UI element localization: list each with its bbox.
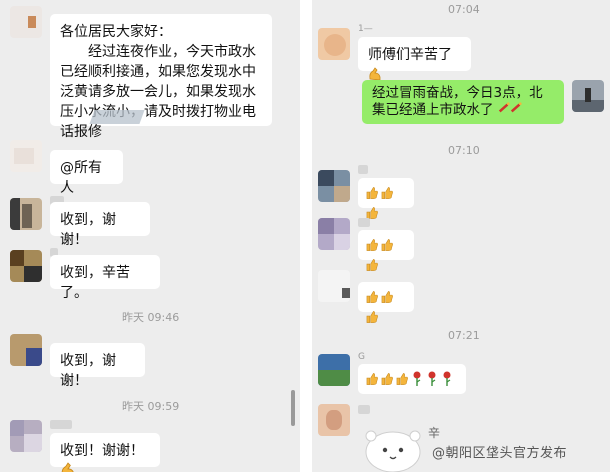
scrollbar[interactable] bbox=[291, 390, 295, 426]
avatar[interactable] bbox=[10, 334, 42, 366]
thumbs-up-icon bbox=[381, 239, 393, 251]
avatar[interactable] bbox=[318, 170, 350, 202]
avatar[interactable] bbox=[318, 28, 350, 60]
mascot-label: 辛 bbox=[428, 426, 441, 440]
thumbs-up-icon bbox=[366, 311, 378, 323]
thumbs-up-icon bbox=[366, 373, 378, 385]
timestamp: 07:10 bbox=[448, 144, 480, 157]
avatar[interactable] bbox=[10, 420, 42, 452]
watermark-text: @朝阳区垡头官方发布 bbox=[432, 446, 568, 461]
message-bubble: 师傅们辛苦了 bbox=[358, 37, 471, 81]
message-bubble bbox=[358, 282, 414, 323]
strong-arm-icon bbox=[369, 67, 381, 81]
sender-name bbox=[358, 405, 370, 414]
message-bubble bbox=[358, 230, 414, 271]
message-bubble: 收到，谢谢！ bbox=[50, 343, 145, 389]
message-bubble: 各位居民大家好： 经过连夜作业，今天市政水已经顺利接通，如果您发现水中泛黄请多放… bbox=[50, 14, 272, 140]
firecracker-icon bbox=[498, 102, 510, 113]
thumbs-up-icon bbox=[381, 291, 393, 303]
avatar[interactable] bbox=[318, 404, 350, 436]
redaction-mark bbox=[89, 110, 145, 124]
message-text: 师傅们辛苦了 bbox=[368, 47, 452, 63]
avatar[interactable] bbox=[10, 140, 42, 172]
message-bubble: @所有人 bbox=[50, 150, 123, 196]
sender-name: G bbox=[358, 352, 365, 362]
firecracker-icon bbox=[510, 102, 522, 113]
thumbs-up-icon bbox=[366, 239, 378, 251]
timestamp: 昨天 09:46 bbox=[122, 311, 180, 324]
right-chat-panel: 07:04 1— 师傅们辛苦了 经过冒雨奋战，今日3点，北集已经通上市政水了 0… bbox=[312, 0, 610, 472]
message-bubble bbox=[358, 364, 466, 394]
rose-icon bbox=[443, 371, 451, 386]
mascot-sticker-icon bbox=[365, 430, 421, 472]
thumbs-up-icon bbox=[366, 187, 378, 199]
thumbs-up-icon bbox=[381, 187, 393, 199]
avatar[interactable] bbox=[10, 6, 42, 38]
timestamp: 昨天 09:59 bbox=[122, 400, 180, 413]
sender-name bbox=[358, 165, 368, 174]
rose-icon bbox=[413, 371, 421, 386]
rose-icon bbox=[428, 371, 436, 386]
message-bubble: 收到，谢谢！ bbox=[50, 202, 150, 248]
avatar[interactable] bbox=[318, 270, 350, 302]
message-bubble bbox=[358, 178, 414, 219]
sender-name bbox=[50, 420, 72, 429]
thumbs-up-icon bbox=[381, 373, 393, 385]
strong-arm-icon bbox=[61, 462, 74, 472]
own-avatar[interactable] bbox=[572, 80, 604, 112]
avatar[interactable] bbox=[318, 354, 350, 386]
avatar[interactable] bbox=[318, 218, 350, 250]
sender-name bbox=[358, 218, 370, 227]
timestamp: 07:21 bbox=[448, 329, 480, 342]
message-text: 收到！谢谢！ bbox=[60, 443, 144, 459]
own-message-bubble: 经过冒雨奋战，今日3点，北集已经通上市政水了 bbox=[362, 80, 564, 124]
thumbs-up-icon bbox=[366, 259, 378, 271]
avatar[interactable] bbox=[10, 198, 42, 230]
thumbs-up-icon bbox=[396, 373, 408, 385]
left-chat-panel: 各位居民大家好： 经过连夜作业，今天市政水已经顺利接通，如果您发现水中泛黄请多放… bbox=[0, 0, 300, 472]
timestamp: 07:04 bbox=[448, 3, 480, 16]
sender-name: 1— bbox=[358, 24, 373, 34]
avatar[interactable] bbox=[10, 250, 42, 282]
message-bubble: 收到！谢谢！ bbox=[50, 433, 160, 472]
thumbs-up-icon bbox=[366, 291, 378, 303]
message-bubble: 收到，辛苦了。 bbox=[50, 255, 160, 301]
